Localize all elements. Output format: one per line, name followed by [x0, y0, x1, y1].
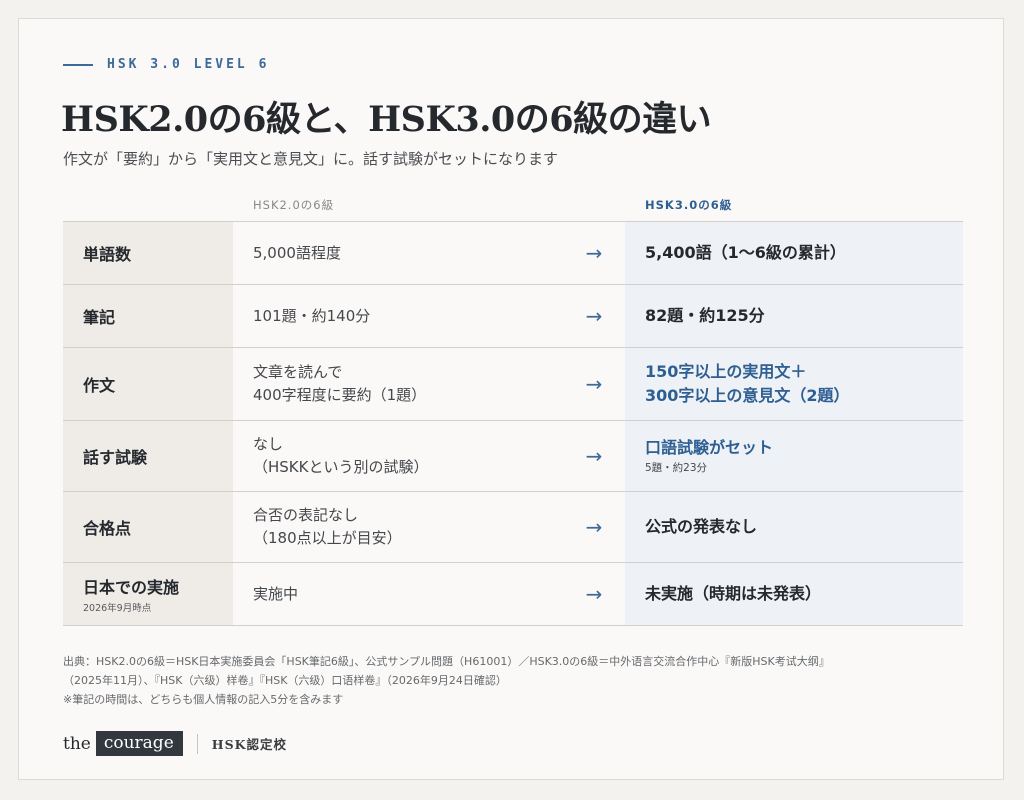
table-row: 筆記 101題・約140分 → 82題・約125分	[63, 285, 963, 348]
old-value-line: 5,000語程度	[253, 243, 341, 262]
old-value-line: 実施中	[253, 584, 299, 603]
old-value-cell: なし （HSKKという別の試験）	[233, 421, 563, 491]
new-value-line: 未実施（時期は未発表）	[645, 584, 822, 603]
brand-logo: courage	[95, 731, 183, 756]
table-row: 日本での実施 2026年9月時点 実施中 → 未実施（時期は未発表）	[63, 563, 963, 626]
old-value-cell: 5,000語程度	[233, 222, 563, 284]
footnote-source-cont: （2025年11月）、『HSK（六级）样卷』『HSK（六级）口语样卷』（2026…	[63, 674, 507, 687]
arrow-right-icon: →	[585, 444, 603, 468]
eyebrow-rule	[63, 63, 93, 66]
new-value-cell: 82題・約125分	[625, 285, 963, 347]
footnote: 出典：HSK2.0の6級＝HSK日本実施委員会「HSK筆記6級」、公式サンプル問…	[63, 652, 963, 709]
new-value-line: 150字以上の実用文＋	[645, 362, 807, 381]
new-value-note: 5題・約23分	[645, 462, 708, 474]
brand: the courage HSK認定校	[63, 731, 287, 756]
table-row: 合格点 合否の表記なし （180点以上が目安） → 公式の発表なし	[63, 492, 963, 563]
row-label: 筆記	[83, 308, 116, 327]
arrow-right-icon: →	[585, 515, 603, 539]
brand-the: the	[63, 733, 91, 754]
new-value-line: 口語試験がセット	[645, 438, 774, 457]
page-title: HSK2.0の6級と、HSK3.0の6級の違い	[61, 99, 712, 140]
new-value-cell: 口語試験がセット 5題・約23分	[625, 421, 963, 491]
row-label-cell: 日本での実施 2026年9月時点	[63, 563, 233, 625]
row-label-cell: 筆記	[63, 285, 233, 347]
row-label-cell: 話す試験	[63, 421, 233, 491]
new-value-cell: 150字以上の実用文＋ 300字以上の意見文（2題）	[625, 348, 963, 420]
brand-name: HSK認定校	[211, 737, 287, 752]
row-label: 単語数	[83, 245, 132, 264]
row-label-cell: 合格点	[63, 492, 233, 562]
old-value-line: 合否の表記なし	[253, 506, 359, 524]
new-value-cell: 5,400語（1〜6級の累計）	[625, 222, 963, 284]
old-value-cell: 合否の表記なし （180点以上が目安）	[233, 492, 563, 562]
eyebrow: HSK 3.0 LEVEL 6	[63, 57, 269, 72]
old-value-cell: 文章を読んで 400字程度に要約（1題）	[233, 348, 563, 420]
footnote-source: 出典：HSK2.0の6級＝HSK日本実施委員会「HSK筆記6級」、公式サンプル問…	[63, 655, 830, 668]
row-label-cell: 作文	[63, 348, 233, 420]
new-value-cell: 公式の発表なし	[625, 492, 963, 562]
header-old: HSK2.0の6級	[253, 198, 335, 212]
arrow-right-icon: →	[585, 304, 603, 328]
new-value-line: 公式の発表なし	[645, 517, 758, 536]
table-row: 作文 文章を読んで 400字程度に要約（1題） → 150字以上の実用文＋ 300字以上の…	[63, 348, 963, 421]
content-card: HSK 3.0 LEVEL 6 HSK2.0の6級と、HSK3.0の6級の違い …	[18, 18, 1004, 780]
brand-divider	[196, 733, 198, 754]
old-value-line: 文章を読んで	[253, 363, 343, 381]
old-value-line: （180点以上が目安）	[253, 529, 402, 547]
new-value-line: 82題・約125分	[645, 306, 765, 325]
table-row: 話す試験 なし （HSKKという別の試験） → 口語試験がセット 5題・約23分	[63, 421, 963, 492]
row-label-note: 2026年9月時点	[83, 603, 152, 614]
eyebrow-text: HSK 3.0 LEVEL 6	[107, 57, 270, 72]
row-label: 日本での実施	[83, 578, 180, 597]
new-value-line: 5,400語（1〜6級の累計）	[645, 243, 846, 262]
old-value-line: 101題・約140分	[253, 306, 371, 325]
row-label: 合格点	[83, 519, 132, 538]
arrow-right-icon: →	[585, 241, 603, 265]
header-new: HSK3.0の6級	[645, 198, 733, 212]
old-value-line: なし	[253, 435, 284, 453]
comparison-table: HSK2.0の6級 HSK3.0の6級 単語数 5,000語程度 → 5,400語（1…	[63, 197, 963, 626]
new-value-cell: 未実施（時期は未発表）	[625, 563, 963, 625]
row-label: 作文	[83, 376, 116, 395]
table-row: 単語数 5,000語程度 → 5,400語（1〜6級の累計）	[63, 222, 963, 285]
old-value-cell: 実施中	[233, 563, 563, 625]
page-subtitle: 作文が「要約」から「実用文と意見文」に。話す試験がセットになります	[63, 150, 559, 168]
new-value-line: 300字以上の意見文（2題）	[645, 386, 850, 405]
row-label: 話す試験	[83, 448, 148, 467]
footnote-note: ※筆記の時間は、どちらも個人情報の記入5分を含みます	[63, 693, 344, 706]
arrow-right-icon: →	[585, 582, 603, 606]
arrow-right-icon: →	[585, 372, 603, 396]
row-label-cell: 単語数	[63, 222, 233, 284]
old-value-cell: 101題・約140分	[233, 285, 563, 347]
old-value-line: （HSKKという別の試験）	[253, 458, 429, 476]
table-body: 単語数 5,000語程度 → 5,400語（1〜6級の累計） 筆記 101題・約140分 →…	[63, 221, 963, 626]
old-value-line: 400字程度に要約（1題）	[253, 386, 427, 404]
table-header: HSK2.0の6級 HSK3.0の6級	[63, 197, 963, 221]
